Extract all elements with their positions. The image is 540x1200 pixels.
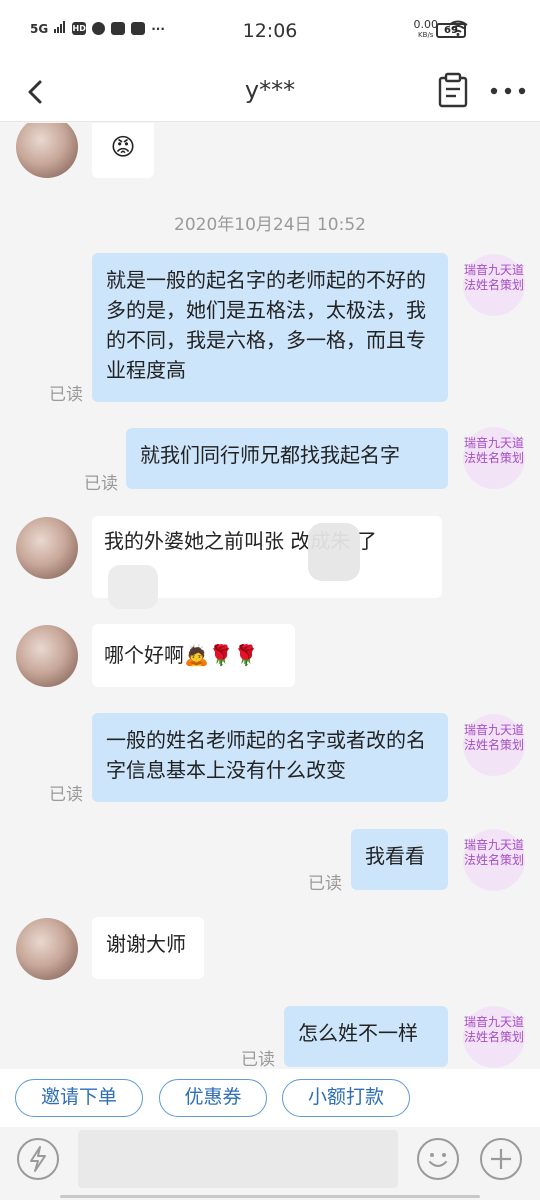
clipboard-icon: [438, 72, 468, 108]
chat-header: y***: [0, 62, 540, 122]
read-receipt: 已读: [49, 785, 83, 805]
emoji-button[interactable]: [417, 1138, 459, 1180]
small-payment-button[interactable]: 小额打款: [282, 1079, 410, 1117]
invite-order-button[interactable]: 邀请下单: [15, 1079, 143, 1117]
order-notes-button[interactable]: [434, 70, 472, 110]
self-avatar[interactable]: 瑞音九天道法姓名策划: [463, 427, 525, 489]
home-indicator: [60, 1195, 480, 1198]
contact-avatar[interactable]: [16, 625, 78, 687]
quick-actions-bar: 邀请下单 优惠券 小额打款: [0, 1069, 540, 1127]
incoming-message[interactable]: 😡: [92, 123, 154, 178]
more-options-button[interactable]: [486, 74, 530, 108]
more-dots-icon: [490, 87, 526, 95]
chat-message-list[interactable]: 😡 2020年10月24日 10:52 已读 就是一般的起名字的老师起的不好的多…: [0, 123, 540, 1069]
message-timestamp: 2020年10月24日 10:52: [174, 215, 366, 235]
battery-level: 69: [444, 25, 458, 36]
read-receipt: 已读: [308, 874, 342, 894]
self-avatar[interactable]: 瑞音九天道法姓名策划: [463, 254, 525, 316]
self-avatar[interactable]: 瑞音九天道法姓名策划: [463, 714, 525, 776]
status-bar: 5G HD ··· 12:06 0.00 KB/s 69: [0, 0, 540, 62]
outgoing-message[interactable]: 就我们同行师兄都找我起名字: [126, 428, 448, 489]
outgoing-message[interactable]: 我看看: [351, 829, 448, 890]
mosaic-redaction: [108, 565, 158, 609]
read-receipt: 已读: [49, 385, 83, 405]
outgoing-message[interactable]: 一般的姓名老师起的名字或者改的名字信息基本上没有什么改变: [92, 713, 448, 802]
contact-avatar[interactable]: [16, 918, 78, 980]
outgoing-message[interactable]: 就是一般的起名字的老师起的不好的多的是，她们是五格法，太极法，我的不同，我是六格…: [92, 253, 448, 402]
contact-avatar[interactable]: [16, 517, 78, 579]
message-input[interactable]: [78, 1130, 398, 1188]
network-speed: 0.00 KB/s: [414, 19, 439, 40]
incoming-message[interactable]: 哪个好啊🙇🌹🌹: [92, 624, 295, 687]
quick-reply-button[interactable]: [17, 1138, 59, 1180]
battery-icon: 69: [436, 23, 466, 38]
contact-avatar[interactable]: [16, 123, 78, 178]
plus-icon: [491, 1149, 511, 1169]
read-receipt: 已读: [84, 474, 118, 494]
self-avatar[interactable]: 瑞音九天道法姓名策划: [463, 1006, 525, 1068]
mosaic-redaction: [308, 523, 360, 581]
read-receipt: 已读: [241, 1050, 275, 1069]
lightning-icon: [30, 1146, 46, 1172]
add-attachment-button[interactable]: [480, 1138, 522, 1180]
network-speed-unit: KB/s: [418, 31, 434, 39]
smile-icon: [429, 1153, 447, 1167]
self-avatar[interactable]: 瑞音九天道法姓名策划: [463, 829, 525, 891]
incoming-message[interactable]: 谢谢大师: [92, 917, 204, 979]
message-input-bar: [0, 1127, 540, 1200]
coupon-button[interactable]: 优惠券: [159, 1079, 267, 1117]
outgoing-message[interactable]: 怎么姓不一样: [284, 1006, 448, 1067]
